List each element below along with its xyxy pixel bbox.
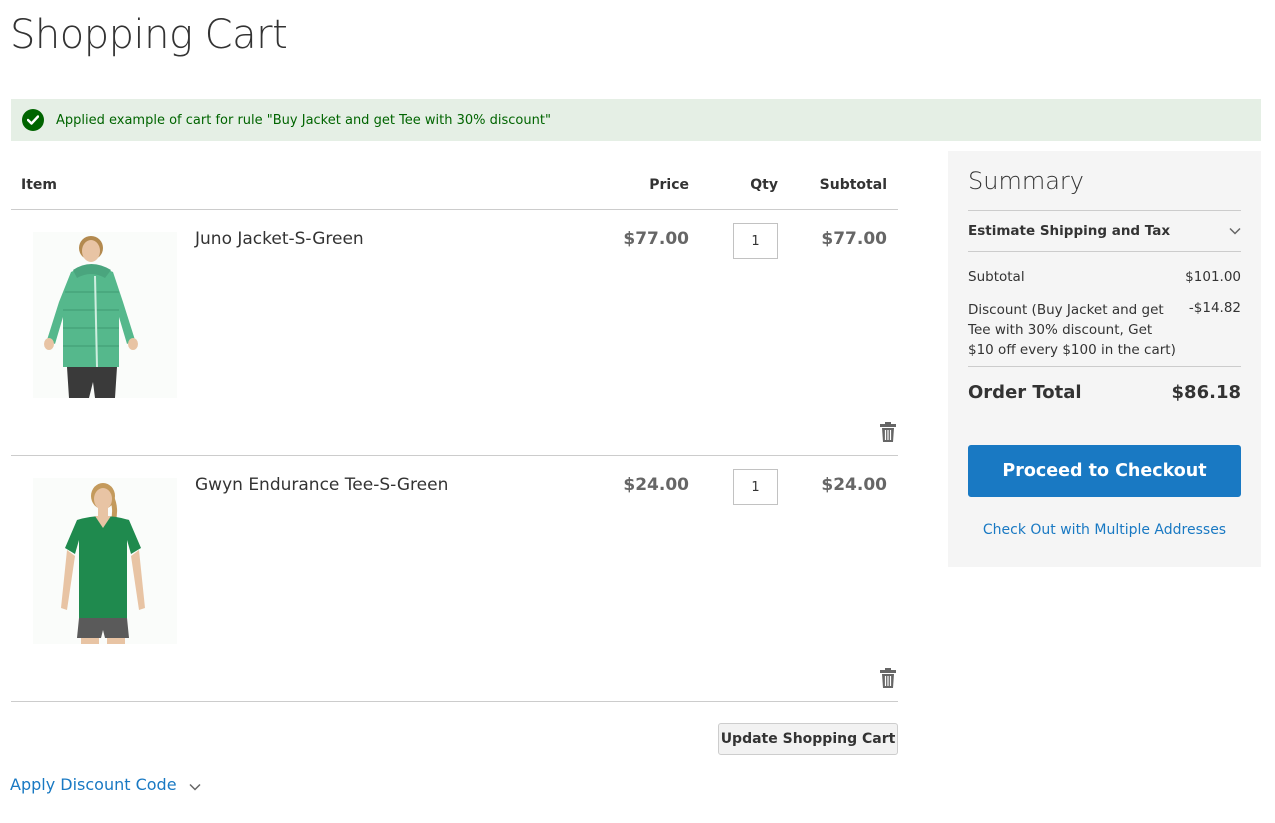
checkmark-icon [22,109,44,131]
product-subtotal: $77.00 [821,229,887,249]
estimate-shipping-label: Estimate Shipping and Tax [968,223,1171,239]
cart-item-row: Juno Jacket-S-Green $77.00 $77.00 [11,210,898,456]
subtotal-label: Subtotal [968,269,1025,285]
multiple-addresses-link[interactable]: Check Out with Multiple Addresses [968,522,1241,538]
chevron-down-icon [189,776,201,795]
estimate-shipping-toggle[interactable]: Estimate Shipping and Tax [968,210,1241,252]
product-image-jacket[interactable] [33,232,177,398]
success-message: Applied example of cart for rule "Buy Ja… [11,99,1261,141]
header-price: Price [649,177,689,193]
order-total-value: $86.18 [1171,382,1241,403]
trash-icon[interactable] [880,668,896,688]
cart-item-row: Gwyn Endurance Tee-S-Green $24.00 $24.00 [11,456,898,702]
cart-table-header: Item Price Qty Subtotal [11,152,898,210]
order-summary: Summary Estimate Shipping and Tax Subtot… [948,151,1261,567]
header-qty: Qty [750,177,778,193]
header-subtotal: Subtotal [819,177,887,193]
apply-discount-toggle[interactable]: Apply Discount Code [10,774,201,795]
chevron-down-icon [1229,223,1241,239]
proceed-to-checkout-button[interactable]: Proceed to Checkout [968,445,1241,497]
product-subtotal: $24.00 [821,475,887,495]
discount-label: Discount (Buy Jacket and get Tee with 30… [968,302,1176,358]
qty-input[interactable] [733,469,778,505]
header-item: Item [21,177,57,193]
product-name[interactable]: Gwyn Endurance Tee-S-Green [195,475,448,495]
summary-title: Summary [968,167,1084,195]
cart-table: Item Price Qty Subtotal Juno Jacket-S-Gr… [11,152,898,702]
summary-discount-row: Discount (Buy Jacket and get Tee with 30… [968,300,1241,362]
discount-value: -$14.82 [1188,300,1241,316]
qty-input[interactable] [733,223,778,259]
product-price: $77.00 [623,229,689,249]
page-title: Shopping Cart [10,12,288,58]
update-cart-button[interactable]: Update Shopping Cart [718,723,898,755]
summary-subtotal-row: Subtotal $101.00 [968,269,1241,289]
apply-discount-label: Apply Discount Code [10,775,177,794]
trash-icon[interactable] [880,422,896,442]
product-price: $24.00 [623,475,689,495]
order-total-label: Order Total [968,382,1082,403]
success-message-text: Applied example of cart for rule "Buy Ja… [56,112,551,128]
order-total-row: Order Total $86.18 [968,366,1241,422]
product-name[interactable]: Juno Jacket-S-Green [195,229,364,249]
subtotal-value: $101.00 [1185,269,1241,285]
product-image-tee[interactable] [33,478,177,644]
